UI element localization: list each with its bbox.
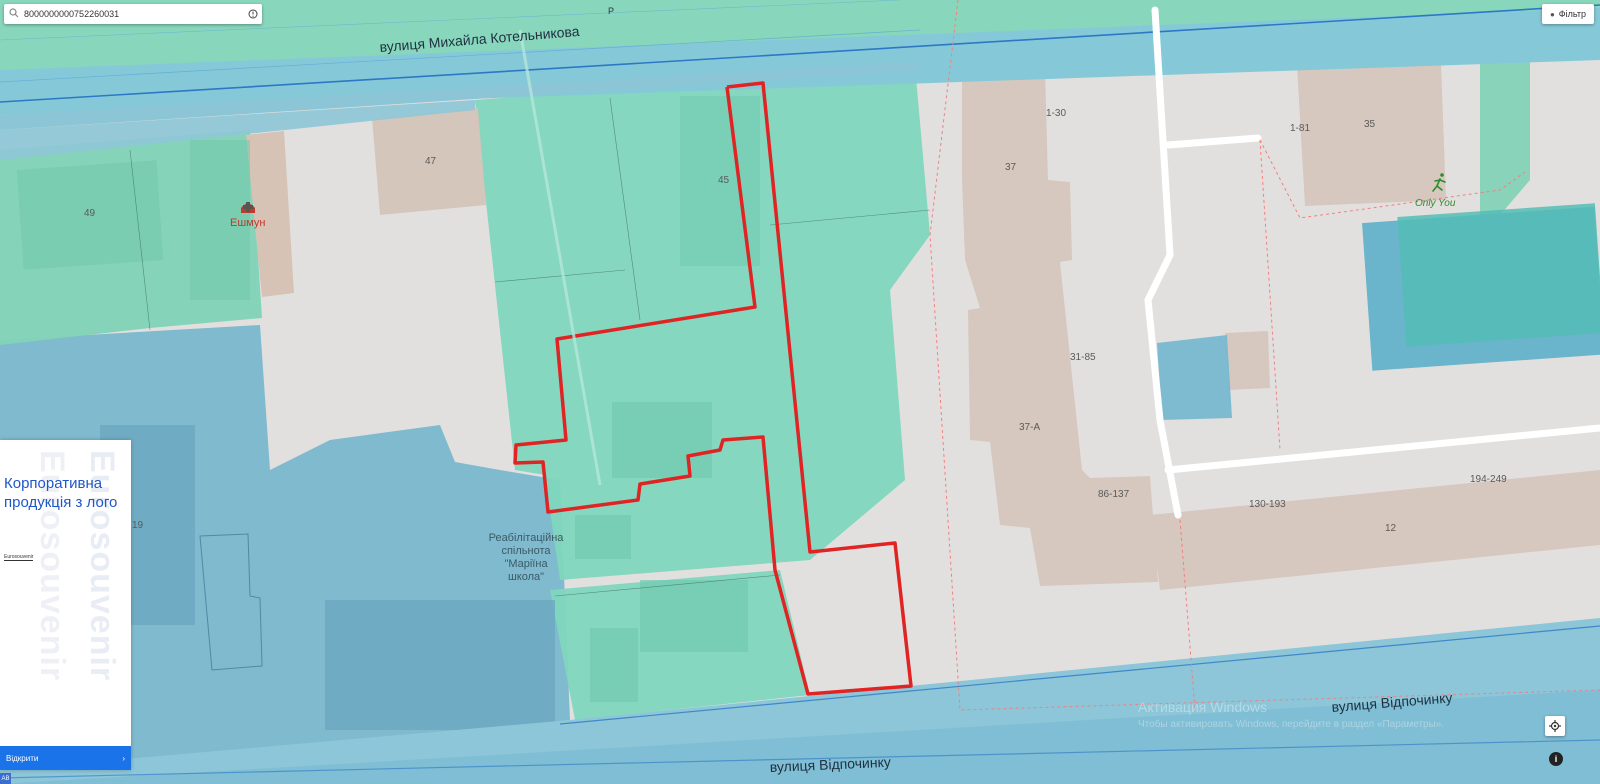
ad-open-button[interactable]: Відкрити › <box>0 746 131 770</box>
poi-label-only-you: Only You <box>1415 198 1456 209</box>
house-range: 194-249 <box>1470 474 1507 485</box>
blue-building-small <box>1157 335 1232 420</box>
house-number: 45 <box>718 175 730 186</box>
clear-icon[interactable] <box>244 5 262 23</box>
house-number: 37 <box>1005 162 1017 173</box>
windows-watermark-line1: Активация Windows <box>1138 699 1268 715</box>
house-number: 37-А <box>1019 422 1040 433</box>
house-range: 130-193 <box>1249 499 1286 510</box>
house-range: 1-81 <box>1290 123 1310 134</box>
search-icon <box>4 7 24 21</box>
poi-label-rehab-line: "Маріїна <box>504 558 548 570</box>
corner-badge: AB <box>0 773 11 784</box>
poi-label-rehab-line: спільнота <box>501 545 551 557</box>
info-icon: i <box>1554 754 1558 764</box>
house-range: 86-137 <box>1098 489 1130 500</box>
search-bar <box>4 4 262 24</box>
filter-button-label: Фільтр <box>1558 9 1586 19</box>
poi-label-eshmun: Ешмун <box>230 217 265 229</box>
poi-label-rehab-line: школа" <box>508 571 544 583</box>
teal-block-east <box>1397 203 1600 347</box>
search-input[interactable] <box>24 9 224 19</box>
house-number: 12 <box>1385 523 1397 534</box>
house-number: 19 <box>132 520 144 531</box>
filter-button[interactable]: ● Фільтр <box>1541 4 1594 24</box>
house-number: 35 <box>1364 119 1376 130</box>
filter-icon: ● <box>1549 9 1555 19</box>
locate-button[interactable] <box>1545 716 1565 736</box>
poi-label-rehab-line: Реабілітаційна <box>489 532 565 544</box>
crosshair-icon <box>1549 720 1561 732</box>
windows-activation-watermark: Активация Windows Чтобы активировать Win… <box>1138 698 1444 734</box>
house-range: 1-30 <box>1046 108 1066 119</box>
chevron-right-icon: › <box>122 753 125 763</box>
ad-title[interactable]: Корпоративна продукція з лого <box>4 474 128 512</box>
parking-marker: P <box>608 6 614 16</box>
house-number: 47 <box>425 156 437 167</box>
house-range: 31-85 <box>1070 352 1096 363</box>
building-small <box>1225 331 1270 390</box>
ad-panel[interactable]: Eurosouvenir Eurosouvenir Корпоративна п… <box>0 440 131 770</box>
ad-open-label: Відкрити <box>6 753 39 763</box>
ad-brand: Eurosouvenir <box>4 554 34 561</box>
info-button[interactable]: i <box>1549 752 1563 766</box>
map-canvas[interactable]: вулиця Михайла Котельникова вулиця Відпо… <box>0 0 1600 784</box>
windows-watermark-line2: Чтобы активировать Windows, перейдите в … <box>1138 719 1445 730</box>
house-number: 49 <box>84 208 96 219</box>
